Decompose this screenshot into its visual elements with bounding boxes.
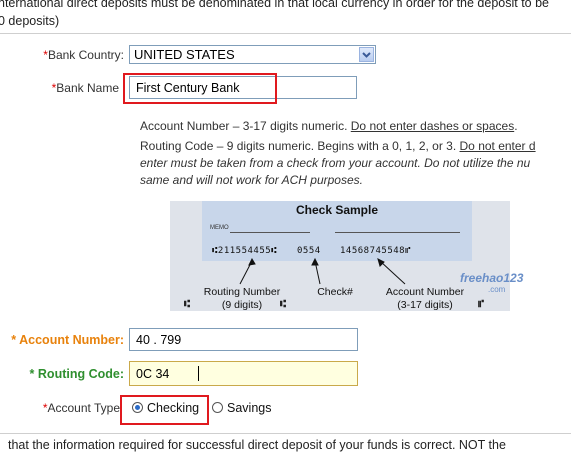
intro-line-2: 0 deposits): [0, 14, 60, 28]
check-sample-title: Check Sample: [295, 203, 379, 217]
micr-routing: ⑆211554455⑆: [212, 246, 278, 256]
intro-text: nternational direct deposits must be den…: [0, 0, 571, 30]
memo-line: [230, 232, 310, 233]
check-memo: MEMO: [210, 225, 229, 231]
bank-country-select[interactable]: UNITED STATES: [129, 45, 376, 64]
micr-symbol: ⑆: [280, 299, 286, 310]
savings-radio[interactable]: [212, 402, 223, 413]
watermark: freehao123: [460, 271, 524, 285]
routing-code-field[interactable]: 0C 34: [129, 361, 358, 386]
micr-symbol: ⑈: [478, 299, 484, 310]
routing-code-help: Routing Code – 9 digits numeric. Begins …: [140, 139, 536, 153]
intro-line-1: nternational direct deposits must be den…: [0, 0, 550, 10]
footer-text: that the information required for succes…: [8, 438, 506, 452]
no-dashes-link[interactable]: Do not enter dashes or spaces: [351, 119, 514, 133]
bank-name-highlight: [123, 73, 277, 104]
micr-check-number: 0554: [297, 246, 321, 256]
bank-country-value: UNITED STATES: [134, 47, 235, 62]
check-number-caption: Check#: [317, 286, 353, 298]
bank-name-label: *Bank Name: [51, 81, 119, 95]
savings-label[interactable]: Savings: [227, 401, 271, 415]
routing-help-italic-2: same and will not work for ACH purposes.: [140, 173, 363, 187]
account-number-help: Account Number – 3-17 digits numeric. Do…: [140, 119, 518, 133]
micr-account: 14568745548⑈: [340, 246, 412, 256]
bank-country-label: *Bank Country:: [43, 48, 124, 62]
routing-code-label: * Routing Code:: [29, 367, 124, 381]
check-arrows: [239, 257, 406, 285]
watermark-sub: .com: [488, 285, 506, 294]
divider-bottom: [0, 433, 571, 434]
account-number-label: * Account Number:: [11, 333, 124, 347]
account-number-caption: Account Number (3-17 digits): [385, 286, 465, 311]
text-caret: [198, 366, 199, 381]
routing-help-italic-1: enter must be taken from a check from yo…: [140, 156, 531, 170]
divider-top: [0, 33, 571, 34]
account-type-label: *Account Type: [42, 401, 120, 415]
check-sample-image: Check Sample MEMO ⑆211554455⑆ 0554 14568…: [170, 201, 523, 311]
routing-code-value: 0C 34: [136, 367, 170, 381]
account-number-field[interactable]: 40 . 799: [129, 328, 358, 351]
routing-number-caption: Routing Number (9 digits): [203, 286, 281, 311]
account-type-highlight: [120, 395, 209, 425]
routing-warning-link[interactable]: Do not enter d: [460, 139, 536, 153]
account-number-value: 40 . 799: [136, 333, 182, 347]
micr-symbol: ⑆: [184, 299, 190, 310]
chevron-down-icon[interactable]: [359, 47, 374, 62]
signature-line: [335, 232, 460, 233]
